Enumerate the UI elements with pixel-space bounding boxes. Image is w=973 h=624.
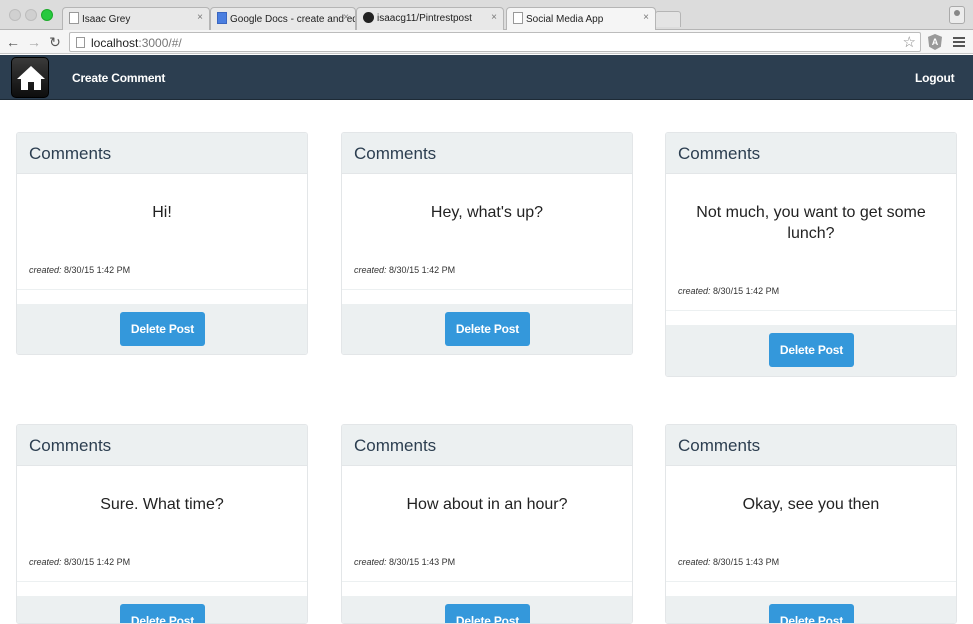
forward-arrow-icon[interactable]: → (26, 33, 42, 51)
created-timestamp: created: 8/30/15 1:42 PM (354, 265, 456, 275)
profile-icon[interactable] (949, 6, 965, 24)
card-body: Okay, see you then (666, 466, 956, 515)
card-footer: Delete Post (17, 304, 307, 354)
divider (666, 310, 956, 311)
created-timestamp: created: 8/30/15 1:42 PM (29, 265, 131, 275)
page-icon (69, 12, 79, 24)
angular-extension-icon[interactable]: A (928, 34, 942, 50)
back-arrow-icon[interactable]: ← (5, 33, 21, 51)
card-header: Comments (17, 425, 307, 466)
created-timestamp: created: 8/30/15 1:42 PM (29, 557, 131, 567)
created-timestamp: created: 8/30/15 1:42 PM (678, 286, 780, 296)
delete-post-button[interactable]: Delete Post (120, 604, 205, 623)
card-header: Comments (342, 133, 632, 174)
create-comment-link[interactable]: Create Comment (72, 71, 165, 85)
card-body: Hey, what's up? (342, 174, 632, 223)
tab-close-icon[interactable]: × (491, 12, 497, 23)
browser-tab-google-docs[interactable]: Google Docs - create and edit × (210, 7, 356, 30)
comment-text: How about in an hour? (406, 496, 568, 513)
delete-post-button[interactable]: Delete Post (769, 604, 854, 623)
comment-text: Hi! (152, 204, 172, 221)
tab-label: isaacg11/Pintrestpost (377, 13, 472, 24)
delete-post-button[interactable]: Delete Post (445, 604, 530, 623)
minimize-window-button[interactable] (25, 9, 37, 21)
comment-card: Comments Okay, see you then created: 8/3… (665, 424, 957, 624)
comment-card: Comments Hey, what's up? created: 8/30/1… (341, 132, 633, 355)
close-window-button[interactable] (9, 9, 21, 21)
card-header: Comments (666, 133, 956, 174)
card-footer: Delete Post (342, 596, 632, 623)
hamburger-menu-icon[interactable] (953, 37, 965, 47)
divider (342, 581, 632, 582)
card-body: Not much, you want to get some lunch? (666, 174, 956, 244)
maximize-window-button[interactable] (41, 9, 53, 21)
comment-card: Comments Hi! created: 8/30/15 1:42 PM De… (16, 132, 308, 355)
created-timestamp: created: 8/30/15 1:43 PM (354, 557, 456, 567)
page-icon (513, 12, 523, 24)
card-footer: Delete Post (342, 304, 632, 354)
comment-card: Comments Not much, you want to get some … (665, 132, 957, 377)
app-navbar: Create Comment Logout (0, 55, 973, 100)
divider (342, 289, 632, 290)
card-footer: Delete Post (17, 596, 307, 623)
page-icon (76, 37, 85, 48)
tab-close-icon[interactable]: × (343, 12, 349, 23)
github-icon (363, 12, 374, 23)
address-bar[interactable]: localhost:3000/#/ ☆ (69, 32, 921, 52)
delete-post-button[interactable]: Delete Post (120, 312, 205, 346)
card-header: Comments (17, 133, 307, 174)
comment-text: Okay, see you then (742, 496, 880, 513)
divider (666, 581, 956, 582)
browser-tab-strip: Isaac Grey × Google Docs - create and ed… (0, 0, 973, 31)
home-button[interactable] (11, 57, 49, 98)
tab-label: Social Media App (526, 14, 604, 25)
card-footer: Delete Post (666, 325, 956, 376)
new-tab-button[interactable] (655, 11, 681, 27)
browser-tab-social-media-app[interactable]: Social Media App × (506, 7, 656, 31)
divider (17, 581, 307, 582)
comment-card: Comments Sure. What time? created: 8/30/… (16, 424, 308, 624)
tab-close-icon[interactable]: × (643, 12, 649, 23)
google-docs-icon (217, 12, 227, 24)
tab-label: Google Docs - create and edit (230, 14, 356, 25)
card-body: How about in an hour? (342, 466, 632, 515)
created-timestamp: created: 8/30/15 1:43 PM (678, 557, 780, 567)
browser-tab-github[interactable]: isaacg11/Pintrestpost × (356, 7, 504, 30)
tab-label: Isaac Grey (82, 14, 131, 25)
logout-link[interactable]: Logout (915, 71, 955, 85)
card-body: Hi! (17, 174, 307, 223)
home-icon (17, 66, 45, 90)
divider (17, 289, 307, 290)
card-header: Comments (666, 425, 956, 466)
browser-toolbar: ← → ↻ localhost:3000/#/ ☆ A (0, 30, 973, 54)
card-body: Sure. What time? (17, 466, 307, 515)
comment-text: Hey, what's up? (430, 204, 544, 221)
browser-tab-isaac-grey[interactable]: Isaac Grey × (62, 7, 210, 30)
comment-text: Sure. What time? (100, 496, 224, 513)
card-header: Comments (342, 425, 632, 466)
bookmark-star-icon[interactable]: ☆ (903, 33, 916, 51)
url-text: localhost:3000/#/ (91, 36, 182, 50)
tab-close-icon[interactable]: × (197, 12, 203, 23)
comment-card: Comments How about in an hour? created: … (341, 424, 633, 624)
delete-post-button[interactable]: Delete Post (769, 333, 854, 367)
comment-text: Not much, you want to get some lunch? (696, 204, 926, 242)
delete-post-button[interactable]: Delete Post (445, 312, 530, 346)
card-footer: Delete Post (666, 596, 956, 623)
reload-icon[interactable]: ↻ (47, 33, 63, 51)
